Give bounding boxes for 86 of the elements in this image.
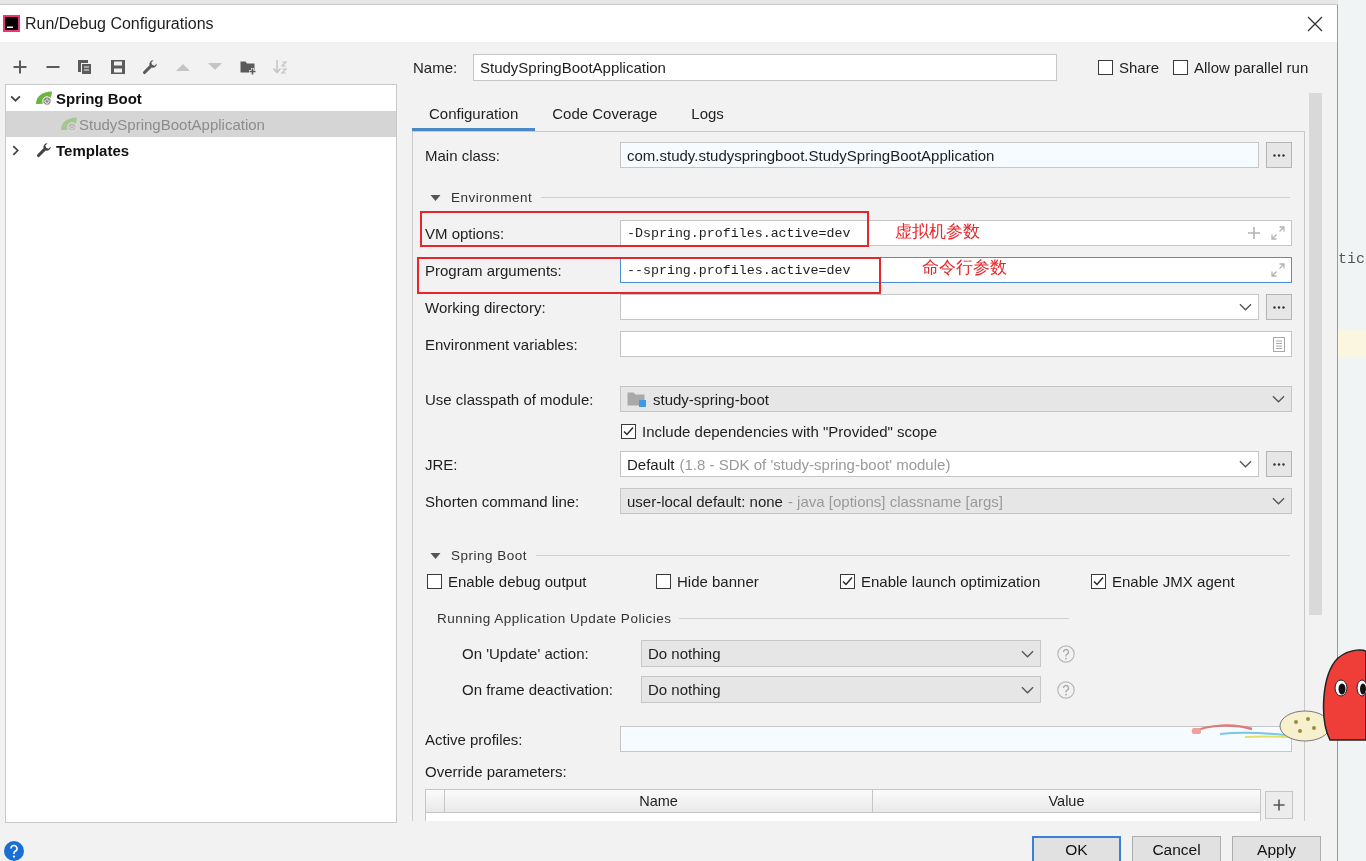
group-title: Running Application Update Policies — [437, 610, 672, 626]
shorten-dropdown[interactable]: user-local default: none - java [options] classname [args] — [620, 488, 1292, 514]
dialog-button[interactable]: Cancel — [1132, 836, 1221, 861]
checkbox-label: Allow parallel run — [1194, 59, 1309, 76]
text-field[interactable]: com.study.studyspringboot.StudySpringBootApplication — [620, 142, 1259, 168]
field-label: Override parameters: — [425, 762, 567, 780]
chevron-down-icon — [1239, 460, 1252, 468]
current-line-highlight — [1338, 330, 1366, 357]
section-title: Environment — [451, 189, 533, 205]
folder-icon — [627, 391, 646, 407]
field-label: Environment variables: — [425, 335, 579, 353]
window-title: Run/Debug Configurations — [25, 14, 214, 33]
field-label: Working directory: — [425, 298, 547, 316]
checkbox-label: Include dependencies with "Provided" scope — [642, 422, 937, 440]
field-label: VM options: — [425, 224, 506, 242]
browse-button[interactable] — [1266, 142, 1292, 168]
column-header[interactable]: Value — [1048, 793, 1085, 809]
ellipsis-icon — [1273, 153, 1285, 157]
field-label: JRE: — [425, 455, 459, 473]
field-label: Program arguments: — [425, 261, 563, 279]
chevron-down-icon — [1272, 395, 1285, 403]
checkbox[interactable] — [1173, 60, 1189, 75]
spring-leaf-icon — [35, 90, 53, 106]
text-field[interactable] — [620, 331, 1292, 357]
dropdown-detail: - java [options] classname [args] — [787, 492, 1004, 510]
checkbox[interactable] — [840, 573, 855, 589]
wrench-icon — [35, 142, 53, 158]
name-field[interactable]: StudySpringBootApplication — [473, 54, 1057, 81]
plus-icon — [1273, 799, 1285, 811]
checkbox-label: Hide banner — [677, 572, 759, 590]
checkbox[interactable] — [656, 573, 671, 589]
tree-item[interactable]: Spring Boot — [6, 85, 396, 111]
checkbox[interactable] — [1098, 60, 1113, 75]
dropdown-value: Default — [627, 455, 675, 473]
dropdown-detail: (1.8 - SDK of 'study-spring-boot' module) — [679, 455, 951, 473]
browse-button[interactable] — [1266, 451, 1292, 477]
plus-icon[interactable] — [12, 59, 28, 75]
annotation-text: 命令行参数 — [922, 258, 1007, 277]
field-label: Active profiles: — [425, 730, 524, 748]
chevron-down-icon — [1021, 685, 1034, 694]
wrench-icon[interactable] — [142, 59, 158, 75]
field-label: Shorten command line: — [425, 492, 581, 510]
policy-dropdown[interactable]: Do nothing — [641, 676, 1041, 703]
policy-dropdown[interactable]: Do nothing — [641, 640, 1041, 667]
section-title: Spring Boot — [451, 547, 528, 563]
chevron-right-icon[interactable] — [10, 144, 21, 156]
tab[interactable]: Configuration — [412, 96, 536, 131]
chevron-down-icon — [1239, 303, 1252, 311]
chevron-down-icon — [1272, 497, 1285, 505]
add-button[interactable] — [1265, 791, 1293, 819]
checkbox-label: Share — [1119, 59, 1160, 76]
checkbox-label: Enable JMX agent — [1112, 572, 1235, 590]
app-logo-icon — [3, 15, 20, 32]
close-icon — [1307, 15, 1323, 32]
scrollbar[interactable] — [1309, 93, 1322, 615]
text-field[interactable] — [620, 726, 1292, 752]
browse-button[interactable] — [1266, 294, 1292, 320]
chevron-down-icon — [1021, 649, 1034, 658]
checkbox[interactable] — [621, 423, 636, 439]
tree-item[interactable]: Templates — [6, 137, 396, 163]
field-label: Name: — [412, 59, 459, 76]
checkbox-label: Enable launch optimization — [861, 572, 1041, 590]
code-text: tic — [1338, 250, 1366, 270]
save-icon[interactable] — [109, 59, 126, 75]
field-label: On 'Update' action: — [462, 645, 590, 662]
dropdown-value: user-local default: none — [627, 492, 783, 510]
module-dropdown[interactable]: study-spring-boot — [620, 386, 1292, 412]
checkbox-label: Enable debug output — [448, 572, 587, 590]
field-label: Use classpath of module: — [425, 390, 595, 408]
spring-leaf-icon — [60, 116, 78, 132]
copy-icon[interactable] — [77, 59, 93, 75]
dialog-button[interactable]: OK — [1032, 836, 1121, 861]
help-icon[interactable] — [4, 841, 24, 861]
jre-dropdown[interactable]: Default (1.8 - SDK of 'study-spring-boot' module) — [620, 451, 1259, 477]
ellipsis-icon — [1273, 305, 1285, 309]
ellipsis-icon — [1273, 462, 1285, 466]
folder-plus-icon[interactable] — [239, 59, 256, 75]
tab[interactable]: Logs — [674, 96, 741, 131]
tab[interactable]: Code Coverage — [535, 96, 675, 131]
field-label: On frame deactivation: — [462, 681, 614, 698]
annotation-text: 虚拟机参数 — [895, 222, 980, 241]
column-header[interactable]: Name — [639, 793, 678, 809]
field-label: Main class: — [425, 146, 502, 164]
checkbox[interactable] — [1091, 573, 1106, 589]
dialog-button[interactable]: Apply — [1232, 836, 1321, 861]
checkbox[interactable] — [427, 573, 442, 589]
